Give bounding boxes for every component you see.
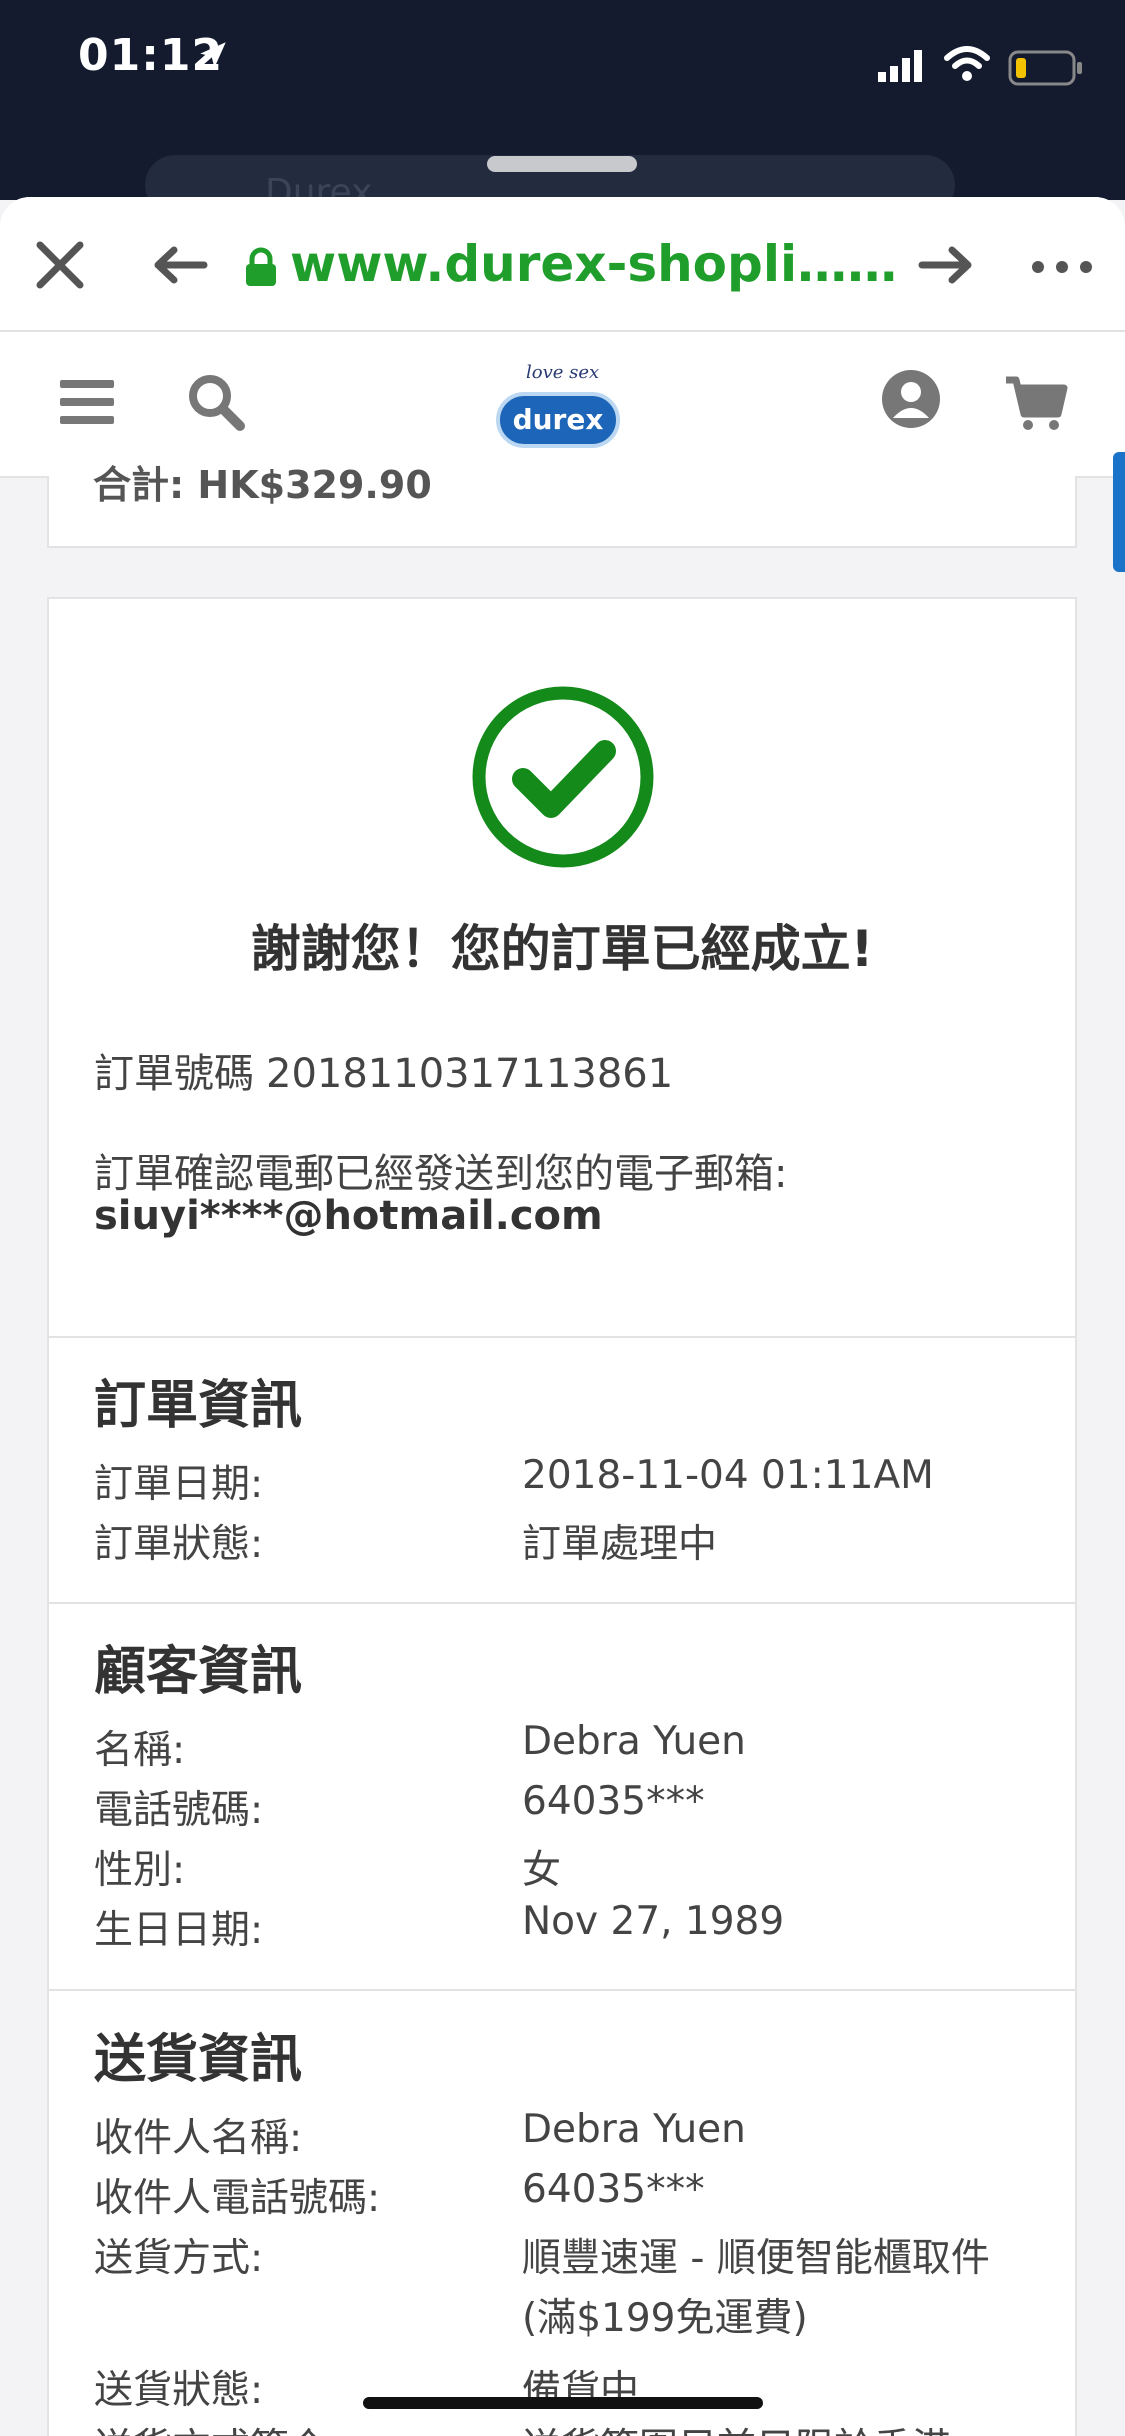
- wifi-icon: [944, 46, 990, 81]
- order-status-label: 訂單狀態:: [94, 1522, 264, 1567]
- order-number-label: 訂單號碼: [94, 1051, 254, 1097]
- delivery-method-note: (滿$199免運費): [522, 2296, 808, 2341]
- customer-phone-value: 64035***: [522, 1779, 705, 1824]
- sheet-grab-handle[interactable]: [487, 156, 637, 172]
- logo-tagline: love sex: [526, 362, 600, 383]
- order-date-label: 訂單日期:: [94, 1462, 264, 1507]
- search-icon[interactable]: [186, 372, 246, 432]
- browser-sheet: www.durex-shopli…… love sex durex 合計: HK…: [0, 197, 1125, 2436]
- delivery-status-label: 送貨狀態:: [94, 2368, 264, 2413]
- hamburger-menu-icon[interactable]: [60, 380, 114, 424]
- recipient-name-label: 收件人名稱:: [94, 2116, 303, 2161]
- cart-icon[interactable]: [1004, 376, 1068, 432]
- thank-you-heading: 謝謝您！您的訂單已經成立!: [250, 920, 874, 978]
- delivery-method-value: 順豐速運 - 順便智能櫃取件: [522, 2236, 990, 2281]
- home-indicator[interactable]: [363, 2397, 763, 2409]
- more-options-icon[interactable]: [1030, 259, 1094, 275]
- url-text[interactable]: www.durex-shopli……: [290, 235, 897, 293]
- durex-logo[interactable]: love sex durex: [488, 350, 628, 460]
- browser-toolbar: www.durex-shopli……: [0, 197, 1125, 332]
- order-total-card: 合計: HK$329.90: [47, 463, 1077, 548]
- close-icon[interactable]: [32, 237, 88, 293]
- back-arrow-icon[interactable]: [152, 245, 208, 285]
- order-confirmation-card: 謝謝您！您的訂單已經成立! 訂單號碼 2018110317113861 訂單確認電…: [47, 597, 1077, 2436]
- recipient-name-value: Debra Yuen: [522, 2107, 746, 2152]
- recipient-phone-value: 64035***: [522, 2167, 705, 2212]
- order-date-value: 2018-11-04 01:11AM: [522, 1453, 934, 1498]
- logo-wordmark: durex: [496, 392, 620, 448]
- email-notice: 訂單確認電郵已經發送到您的電子郵箱:: [94, 1151, 788, 1197]
- customer-birthday-label: 生日日期:: [94, 1908, 264, 1953]
- delivery-method-label: 送貨方式:: [94, 2236, 264, 2281]
- delivery-intro-value: 送貨範圍目前只限於香港: [522, 2417, 951, 2436]
- customer-name-label: 名稱:: [94, 1728, 186, 1773]
- section-divider: [49, 1336, 1075, 1338]
- success-check-icon: [472, 686, 654, 868]
- customer-birthday-value: Nov 27, 1989: [522, 1899, 785, 1944]
- status-bar: 01:12 Durex: [0, 0, 1125, 215]
- section-divider: [49, 1989, 1075, 1991]
- lock-icon: [246, 247, 276, 286]
- order-number: 2018110317113861: [266, 1051, 674, 1097]
- customer-gender-value: 女: [522, 1848, 562, 1893]
- battery-icon: [1008, 50, 1082, 86]
- order-number-line: 訂單號碼 2018110317113861: [94, 1041, 673, 1099]
- customer-email: siuyi****@hotmail.com: [94, 1193, 603, 1239]
- account-icon[interactable]: [880, 368, 942, 430]
- signal-icon: [878, 50, 922, 82]
- side-scroll-tab[interactable]: [1113, 452, 1125, 572]
- customer-gender-label: 性別:: [94, 1848, 186, 1893]
- customer-name-value: Debra Yuen: [522, 1719, 746, 1764]
- delivery-intro-label: 送貨方式簡介:: [94, 2417, 341, 2436]
- order-status-value: 訂單處理中: [522, 1522, 718, 1567]
- location-arrow-icon: [200, 42, 226, 68]
- order-info-title: 訂單資訊: [94, 1376, 303, 1436]
- customer-info-title: 顧客資訊: [94, 1642, 303, 1702]
- section-divider: [49, 1602, 1075, 1604]
- customer-phone-label: 電話號碼:: [94, 1788, 264, 1833]
- forward-arrow-icon[interactable]: [918, 245, 974, 285]
- recipient-phone-label: 收件人電話號碼:: [94, 2176, 381, 2221]
- delivery-info-title: 送貨資訊: [94, 2030, 303, 2090]
- order-total-text: 合計: HK$329.90: [93, 463, 432, 507]
